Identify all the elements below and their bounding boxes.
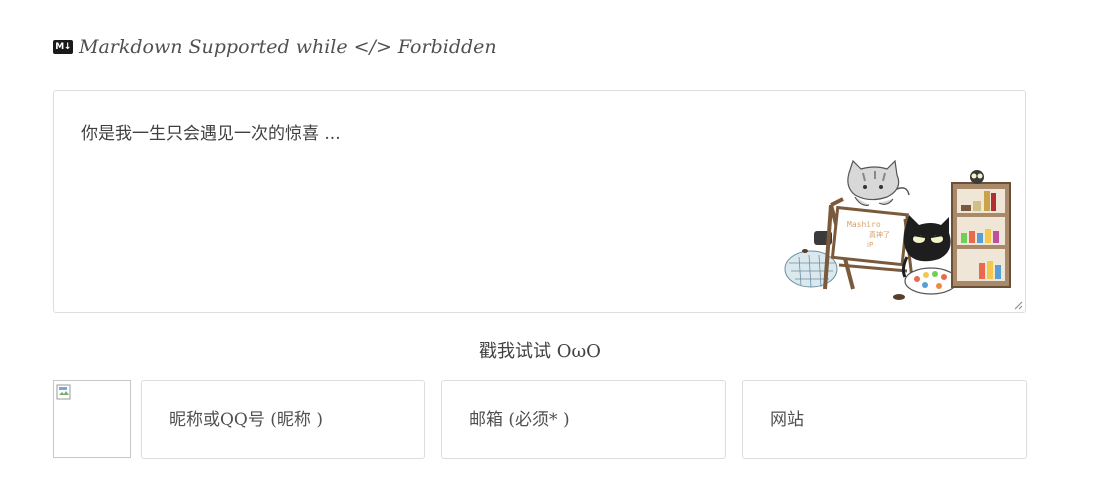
markdown-notice: M↓ Markdown Supported while </> Forbidde…: [53, 35, 497, 59]
nickname-input[interactable]: [142, 381, 424, 458]
markdown-notice-text: Markdown Supported while </> Forbidden: [79, 36, 497, 58]
avatar: [53, 380, 131, 458]
broken-image-icon: [56, 384, 71, 400]
email-input[interactable]: [442, 381, 725, 458]
website-input[interactable]: [743, 381, 1026, 458]
resize-handle-icon[interactable]: [1013, 300, 1023, 310]
comment-textarea[interactable]: [54, 91, 1025, 312]
email-field: [441, 380, 726, 459]
website-field: [742, 380, 1027, 459]
nickname-field: [141, 380, 425, 459]
markdown-icon: M↓: [53, 40, 73, 54]
comment-box: Mashiro 真神了 iP: [53, 90, 1026, 313]
emoji-picker-toggle[interactable]: 戳我试试 OωO: [0, 337, 1080, 363]
